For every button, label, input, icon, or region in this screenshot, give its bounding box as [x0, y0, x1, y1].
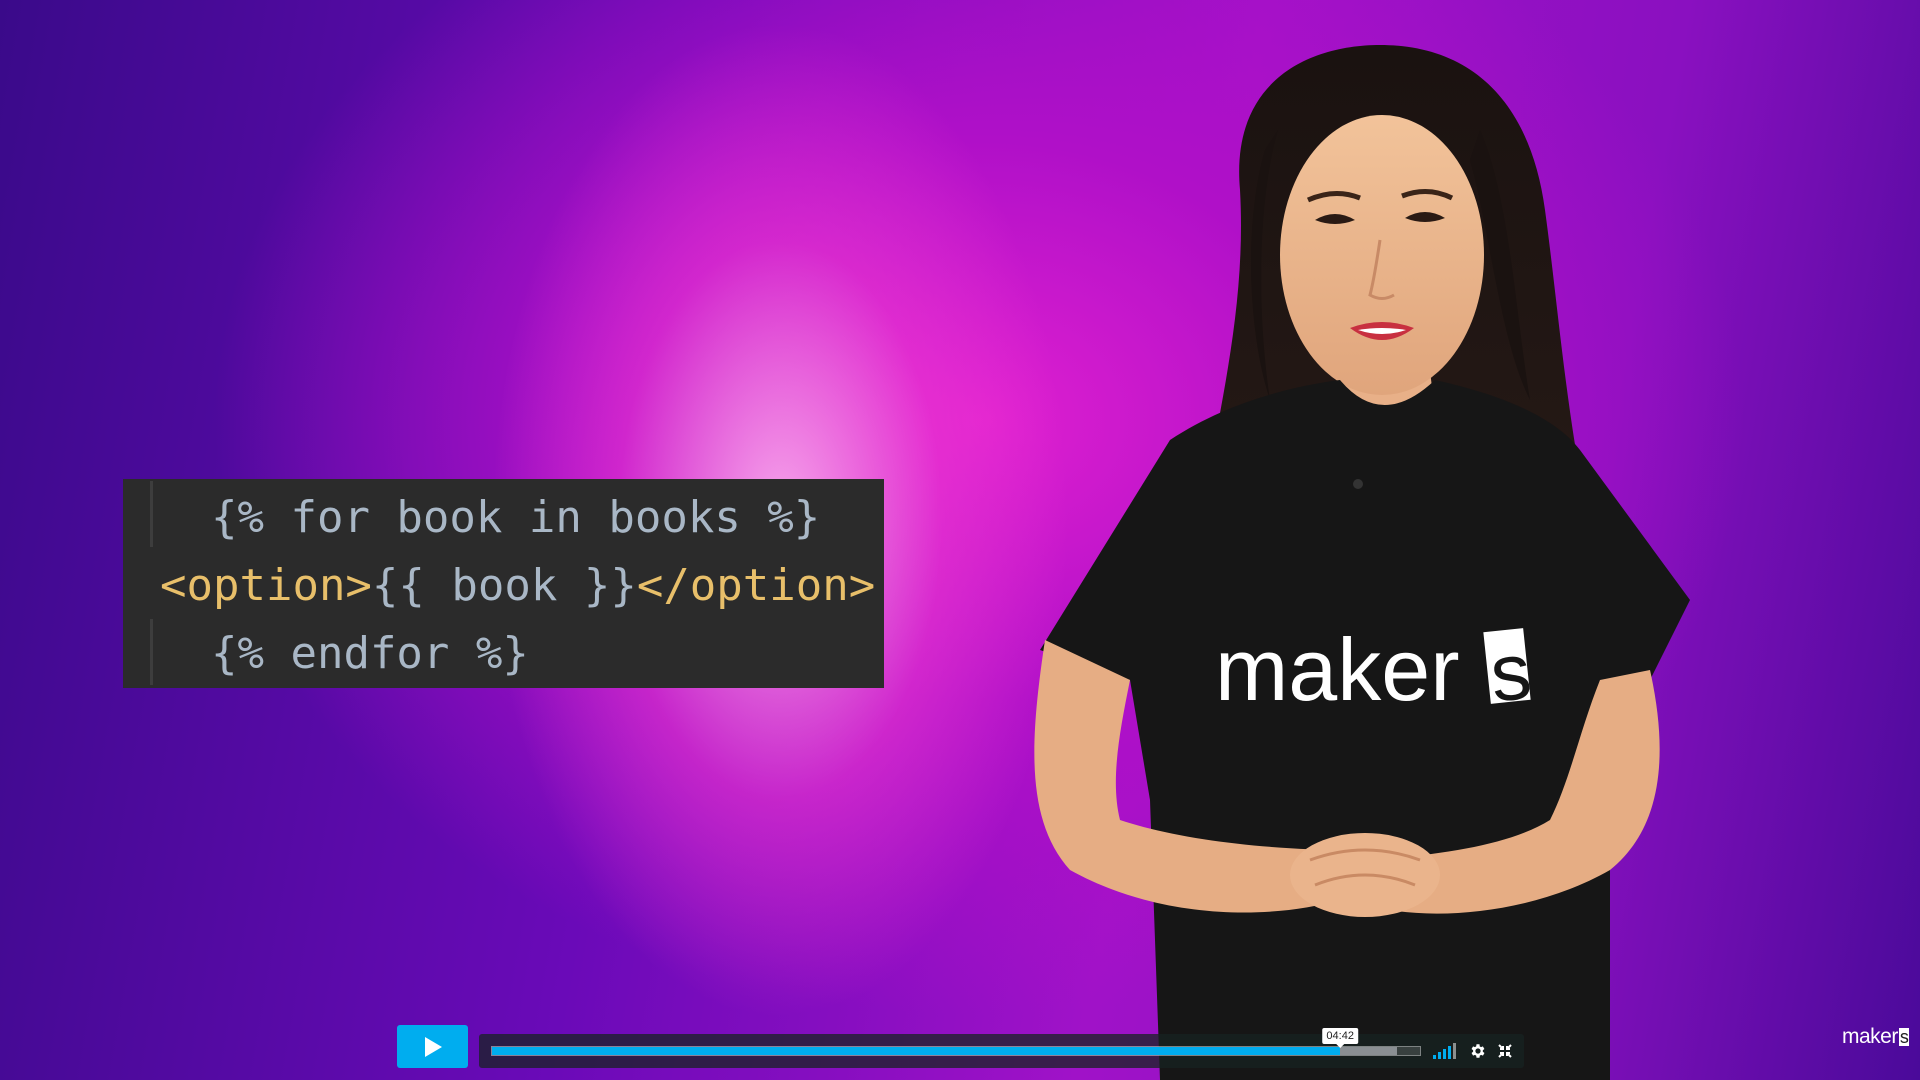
code-close-tag: </option> — [636, 560, 876, 611]
play-button[interactable] — [397, 1025, 468, 1068]
player-control-bar: 04:42 — [479, 1028, 1524, 1068]
volume-bar — [1448, 1046, 1451, 1059]
video-frame[interactable]: {% for book in books %} <option>{{ book … — [0, 0, 1920, 1080]
code-snippet-panel: {% for book in books %} <option>{{ book … — [123, 479, 884, 688]
code-line-2: <option>{{ book }}</option> — [160, 552, 875, 620]
volume-bar — [1453, 1043, 1456, 1059]
progress-played — [492, 1047, 1341, 1055]
code-line-1: {% for book in books %} — [211, 492, 821, 543]
indent-guide — [150, 619, 153, 685]
shirt-logo-text: maker — [1215, 620, 1460, 719]
code-line-3: {% endfor %} — [211, 628, 529, 679]
indent-guide — [150, 481, 153, 547]
volume-bar — [1433, 1055, 1436, 1059]
volume-icon[interactable] — [1433, 1043, 1459, 1059]
code-open-tag: <option> — [160, 560, 372, 611]
volume-bar — [1443, 1049, 1446, 1059]
progress-bar[interactable]: 04:42 — [491, 1028, 1421, 1056]
volume-bar — [1438, 1052, 1441, 1059]
play-icon — [424, 1036, 442, 1057]
presenter-figure: maker s — [1034, 45, 1690, 1080]
brand-logo[interactable]: maker s — [1842, 1025, 1910, 1049]
gear-icon[interactable] — [1469, 1042, 1487, 1060]
code-template-var: {{ book }} — [371, 560, 637, 611]
time-tooltip: 04:42 — [1322, 1028, 1358, 1048]
fullscreen-icon[interactable] — [1497, 1043, 1513, 1059]
